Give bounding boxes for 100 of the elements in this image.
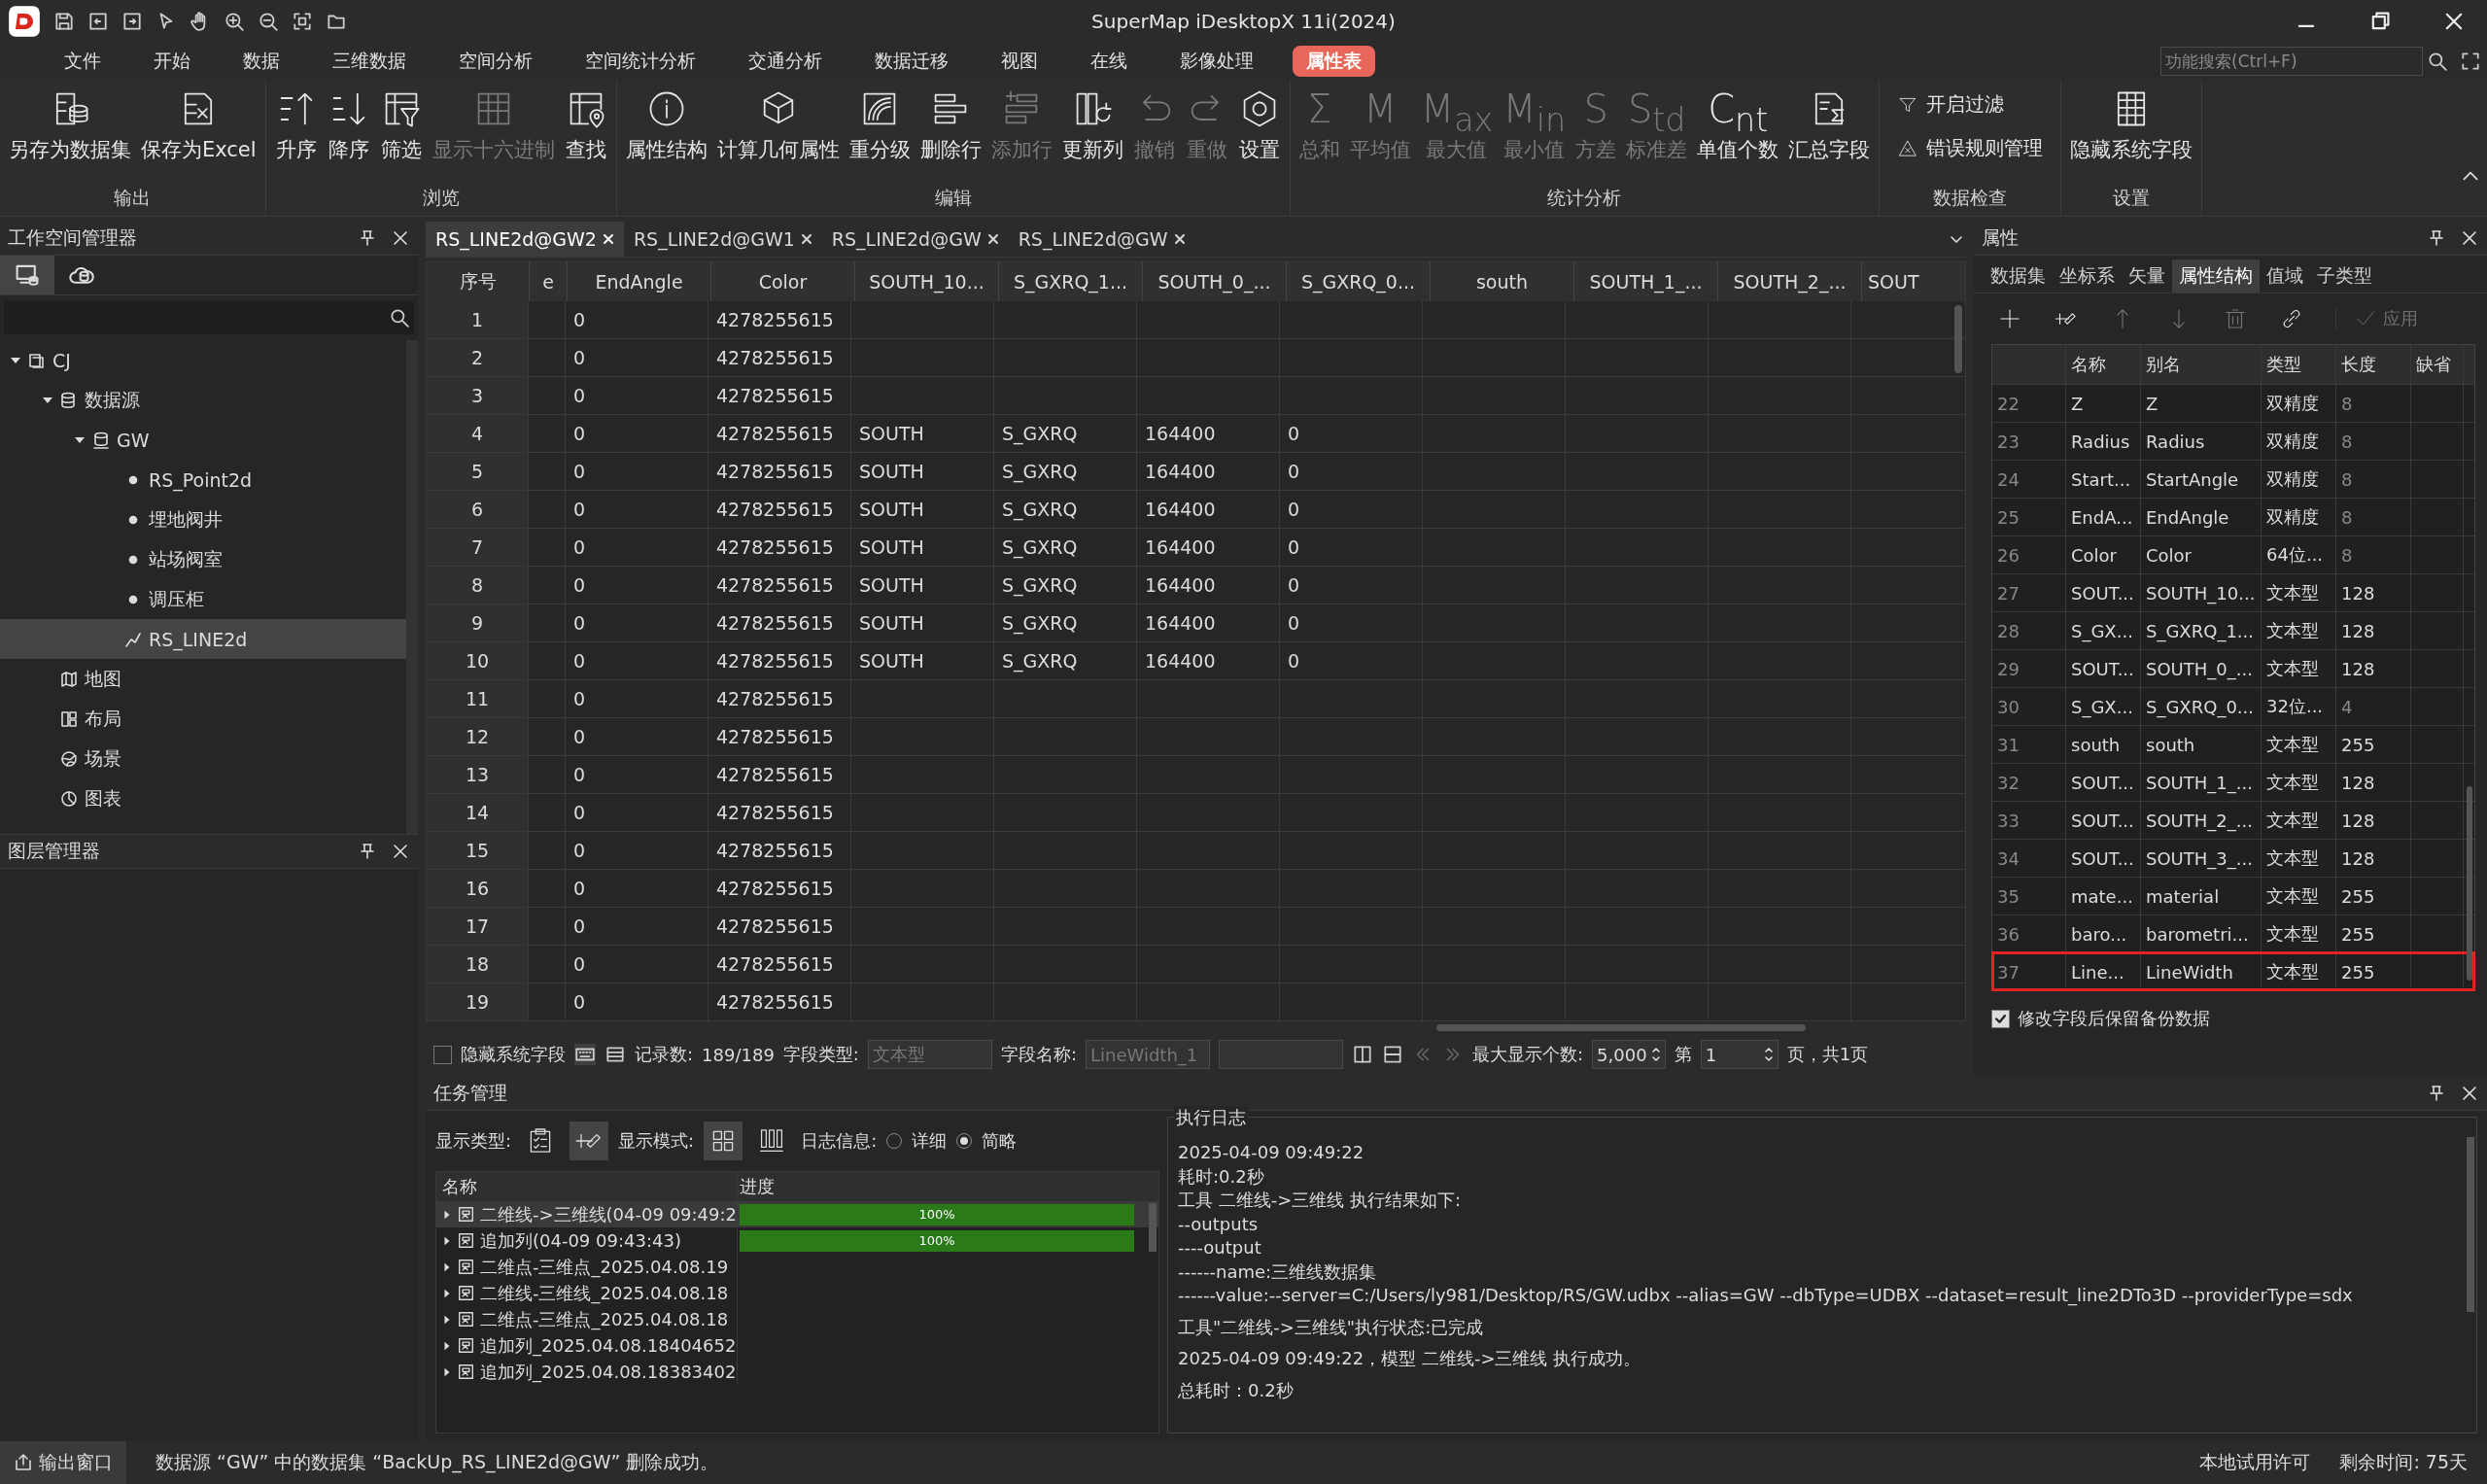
document-tab[interactable]: RS_LINE2d@GW — [821, 222, 1009, 257]
column-header[interactable]: SOUTH_0_... — [1143, 262, 1287, 301]
checkbox[interactable] — [1991, 1009, 2010, 1028]
expand-arrow-icon[interactable] — [442, 1366, 452, 1377]
ribbon-button[interactable]: C$_{nt}$ 单值个数 — [1692, 86, 1784, 165]
save-icon[interactable] — [53, 11, 75, 32]
ribbon-button[interactable]: 属性结构 — [620, 86, 712, 165]
plus-icon[interactable] — [1997, 306, 2022, 331]
close-icon[interactable] — [391, 842, 410, 861]
menu-tab[interactable]: 在线 — [1077, 46, 1141, 77]
menu-tab[interactable]: 视图 — [987, 46, 1052, 77]
menu-tab[interactable]: 数据 — [229, 46, 294, 77]
app-logo-icon[interactable] — [8, 5, 41, 38]
tree-item[interactable]: 调压柜 — [0, 579, 406, 619]
ribbon-button[interactable]: 保存为Excel — [136, 86, 261, 165]
tree-item[interactable]: GW — [0, 420, 406, 460]
column-header[interactable]: S_GXRQ_0... — [1287, 262, 1431, 301]
task-row[interactable]: 追加列_2025.04.08.18383402 — [436, 1359, 1158, 1385]
ribbon-button[interactable]: 错误规则管理 — [1893, 131, 2048, 165]
checkbox[interactable] — [433, 1045, 452, 1064]
ribbon-button[interactable]: 设置 — [1232, 86, 1286, 165]
menu-tab[interactable]: 空间分析 — [445, 46, 546, 77]
column-header[interactable]: e — [530, 262, 568, 301]
menu-tab[interactable]: 开始 — [140, 46, 204, 77]
property-tab[interactable]: 值域 — [2260, 259, 2310, 293]
document-tab[interactable]: RS_LINE2d@GW1 — [623, 222, 822, 257]
expand-arrow-icon[interactable] — [442, 1340, 452, 1351]
column-header[interactable]: SOUTH_1_... — [1574, 262, 1718, 301]
menu-tab[interactable]: 文件 — [51, 46, 115, 77]
search-field[interactable]: 功能搜索(Ctrl+F) — [2160, 47, 2423, 76]
checkbox-label[interactable]: 隐藏系统字段 — [461, 1043, 566, 1066]
keyboard-icon[interactable] — [574, 1044, 596, 1065]
scrollbar[interactable] — [1149, 1203, 1157, 1252]
tree-item[interactable]: RS_LINE2d — [0, 619, 406, 659]
column-header[interactable]: EndAngle — [568, 262, 711, 301]
ribbon-button[interactable]: 汇总字段 — [1783, 86, 1876, 165]
column-header[interactable]: south — [1431, 262, 1574, 301]
ribbon-button[interactable]: 删除行 — [915, 86, 986, 165]
column-header[interactable]: 进度 — [738, 1172, 1136, 1201]
radio-label[interactable]: 简略 — [982, 1129, 1018, 1153]
ribbon-button[interactable]: 升序 — [269, 86, 323, 165]
pin-icon[interactable] — [358, 842, 377, 861]
ribbon-button[interactable]: 重分级 — [844, 86, 915, 165]
split-columns-icon[interactable] — [1352, 1044, 1373, 1065]
split-rows-icon[interactable] — [1382, 1044, 1403, 1065]
pin-icon[interactable] — [358, 228, 377, 248]
expand-icon[interactable] — [2460, 51, 2481, 72]
scrollbar[interactable] — [2467, 786, 2472, 981]
search-icon[interactable] — [389, 307, 410, 328]
zoom-out-icon[interactable] — [258, 11, 279, 32]
menu-tab[interactable]: 三维数据 — [319, 46, 420, 77]
value-field[interactable] — [1219, 1040, 1343, 1069]
close-icon[interactable] — [391, 228, 410, 248]
tree-item[interactable]: 地图 — [0, 659, 406, 699]
workspace-view-button[interactable] — [0, 256, 54, 294]
column-header[interactable]: SOUTH_2_... — [1718, 262, 1862, 301]
scrollbar[interactable] — [2467, 1137, 2474, 1312]
ribbon-button[interactable]: 计算几何属性 — [711, 86, 845, 165]
scrollbar[interactable] — [1436, 1024, 1806, 1031]
menu-tab[interactable]: 影像处理 — [1166, 46, 1267, 77]
document-tab[interactable]: RS_LINE2d@GW — [1008, 222, 1195, 257]
expand-arrow-icon[interactable] — [442, 1288, 452, 1298]
checkbox-label[interactable]: 修改字段后保留备份数据 — [2018, 1007, 2210, 1030]
task-row[interactable]: 二维点-三维点_2025.04.08.18 — [436, 1306, 1158, 1332]
task-row[interactable]: 追加列_2025.04.08.18404652 — [436, 1332, 1158, 1359]
tree-item[interactable]: CJ — [0, 340, 406, 380]
output-window-button[interactable]: 输出窗口 — [0, 1441, 126, 1484]
page-forward-icon[interactable] — [121, 11, 143, 32]
property-tab[interactable]: 子类型 — [2310, 259, 2379, 293]
zoom-in-icon[interactable] — [224, 11, 245, 32]
ribbon-button[interactable]: 另存为数据集 — [4, 86, 136, 165]
property-tab[interactable]: 矢量 — [2122, 259, 2172, 293]
ribbon-button[interactable]: 开启过滤 — [1893, 87, 2009, 121]
tree-item[interactable]: RS_Point2d — [0, 460, 406, 500]
tree-item[interactable]: 数据源 — [0, 380, 406, 420]
expand-arrow-icon[interactable] — [442, 1314, 452, 1325]
menu-tab[interactable]: 交通分析 — [735, 46, 836, 77]
document-tab[interactable]: RS_LINE2d@GW2 — [426, 222, 624, 257]
close-icon[interactable] — [986, 233, 999, 245]
tree-search-field[interactable] — [4, 301, 414, 334]
ribbon-button[interactable]: 更新列 — [1056, 86, 1128, 165]
task-row[interactable]: 二维线->三维线(04-09 09:49:2 100% — [436, 1201, 1158, 1227]
max-count-spinner[interactable]: 5,000 — [1592, 1040, 1666, 1069]
search-icon[interactable] — [2427, 51, 2448, 72]
column-header[interactable]: S_GXRQ_1... — [999, 262, 1143, 301]
page-back-icon[interactable] — [87, 11, 109, 32]
tree-item[interactable]: 场景 — [0, 739, 406, 778]
full-extent-icon[interactable] — [292, 11, 313, 32]
task-row[interactable]: 二维点-三维点_2025.04.08.19 — [436, 1254, 1158, 1280]
task-row[interactable]: 追加列(04-09 09:43:43) 100% — [436, 1227, 1158, 1254]
radio-label[interactable]: 详细 — [912, 1129, 948, 1153]
tiles-icon[interactable] — [704, 1122, 743, 1160]
expand-arrow-icon[interactable] — [442, 1261, 452, 1272]
menu-tab[interactable]: 数据迁移 — [861, 46, 962, 77]
tree-item[interactable]: 图表 — [0, 778, 406, 818]
close-icon[interactable] — [2460, 228, 2479, 248]
close-icon[interactable] — [800, 233, 812, 245]
scrollbar[interactable] — [1954, 305, 1962, 373]
column-header[interactable]: SOUTH_10... — [855, 262, 999, 301]
menu-tab[interactable]: 空间统计分析 — [571, 46, 709, 77]
